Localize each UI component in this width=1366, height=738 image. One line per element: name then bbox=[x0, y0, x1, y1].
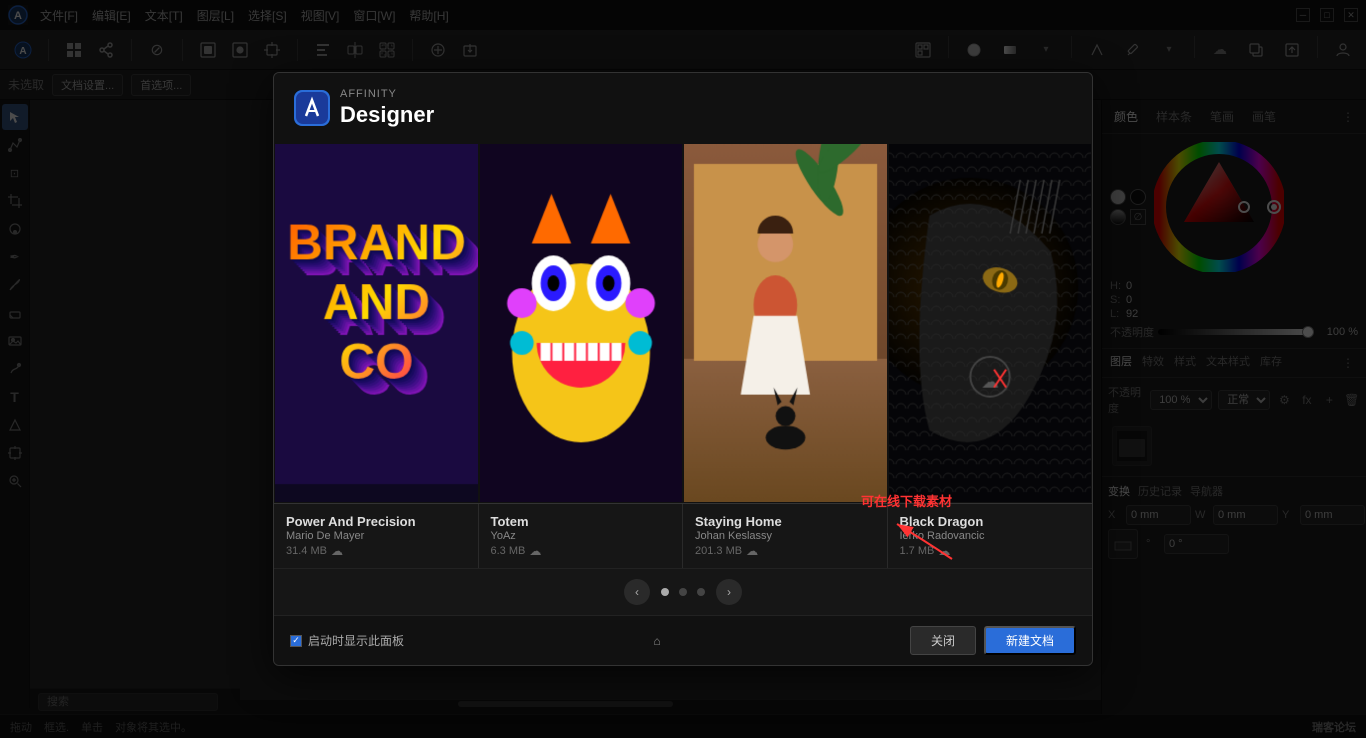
gallery-next-button[interactable]: › bbox=[716, 579, 742, 605]
close-welcome-button[interactable]: 关闭 bbox=[910, 626, 976, 655]
cloud-icon-2: ☁ bbox=[529, 544, 541, 558]
caption-1: Power And Precision Mario De Mayer 31.4 … bbox=[274, 504, 479, 568]
caption-author-2: YoAz bbox=[491, 530, 671, 542]
welcome-overlay: AFFINITY Designer bbox=[0, 0, 1366, 738]
welcome-captions: Power And Precision Mario De Mayer 31.4 … bbox=[274, 503, 1092, 568]
gallery-item-4[interactable] bbox=[888, 143, 1093, 503]
welcome-bottom-bar: ✓ 启动时显示此面板 ⌂ 关闭 新建文档 bbox=[274, 615, 1092, 665]
caption-3: Staying Home Johan Keslassy 201.3 MB ☁ bbox=[683, 504, 888, 568]
caption-author-1: Mario De Mayer bbox=[286, 530, 466, 542]
caption-size-1: 31.4 MB ☁ bbox=[286, 544, 466, 558]
welcome-nav-buttons: ⌂ bbox=[645, 629, 669, 653]
welcome-header: AFFINITY Designer bbox=[274, 73, 1092, 144]
nav-dot-3[interactable] bbox=[697, 588, 705, 596]
gallery-item-1[interactable] bbox=[274, 143, 479, 503]
caption-size-2: 6.3 MB ☁ bbox=[491, 544, 671, 558]
caption-title-2: Totem bbox=[491, 514, 671, 529]
welcome-action-buttons: 关闭 新建文档 bbox=[910, 626, 1076, 655]
welcome-checkbox-area: ✓ 启动时显示此面板 bbox=[290, 632, 404, 649]
annotation-arrow-svg bbox=[882, 509, 962, 564]
caption-2: Totem YoAz 6.3 MB ☁ bbox=[479, 504, 684, 568]
welcome-gallery bbox=[274, 143, 1092, 503]
annotation-text: 可在线下载素材 bbox=[861, 491, 952, 510]
gallery-item-2[interactable] bbox=[479, 143, 684, 503]
gallery-item-3[interactable] bbox=[683, 143, 888, 503]
welcome-subtitle: AFFINITY bbox=[340, 87, 434, 101]
welcome-nav: ‹ › 可在线下载素材 bbox=[274, 568, 1092, 615]
cloud-icon-1: ☁ bbox=[331, 544, 343, 558]
download-annotation: 可在线下载素材 bbox=[882, 509, 962, 567]
nav-dot-2[interactable] bbox=[679, 588, 687, 596]
welcome-home-button[interactable]: ⌂ bbox=[645, 629, 669, 653]
nav-dot-1[interactable] bbox=[661, 588, 669, 596]
welcome-dialog: AFFINITY Designer bbox=[273, 72, 1093, 667]
welcome-logo bbox=[294, 90, 330, 126]
show-on-startup-checkbox[interactable]: ✓ bbox=[290, 635, 302, 647]
caption-size-3: 201.3 MB ☁ bbox=[695, 544, 875, 558]
welcome-app-title: Designer bbox=[340, 101, 434, 130]
cloud-icon-3: ☁ bbox=[746, 544, 758, 558]
caption-author-3: Johan Keslassy bbox=[695, 530, 875, 542]
caption-title-3: Staying Home bbox=[695, 514, 875, 529]
show-on-startup-label: 启动时显示此面板 bbox=[308, 632, 404, 649]
welcome-title-area: AFFINITY Designer bbox=[340, 87, 434, 130]
caption-title-1: Power And Precision bbox=[286, 514, 466, 529]
gallery-prev-button[interactable]: ‹ bbox=[624, 579, 650, 605]
new-document-button[interactable]: 新建文档 bbox=[984, 626, 1076, 655]
